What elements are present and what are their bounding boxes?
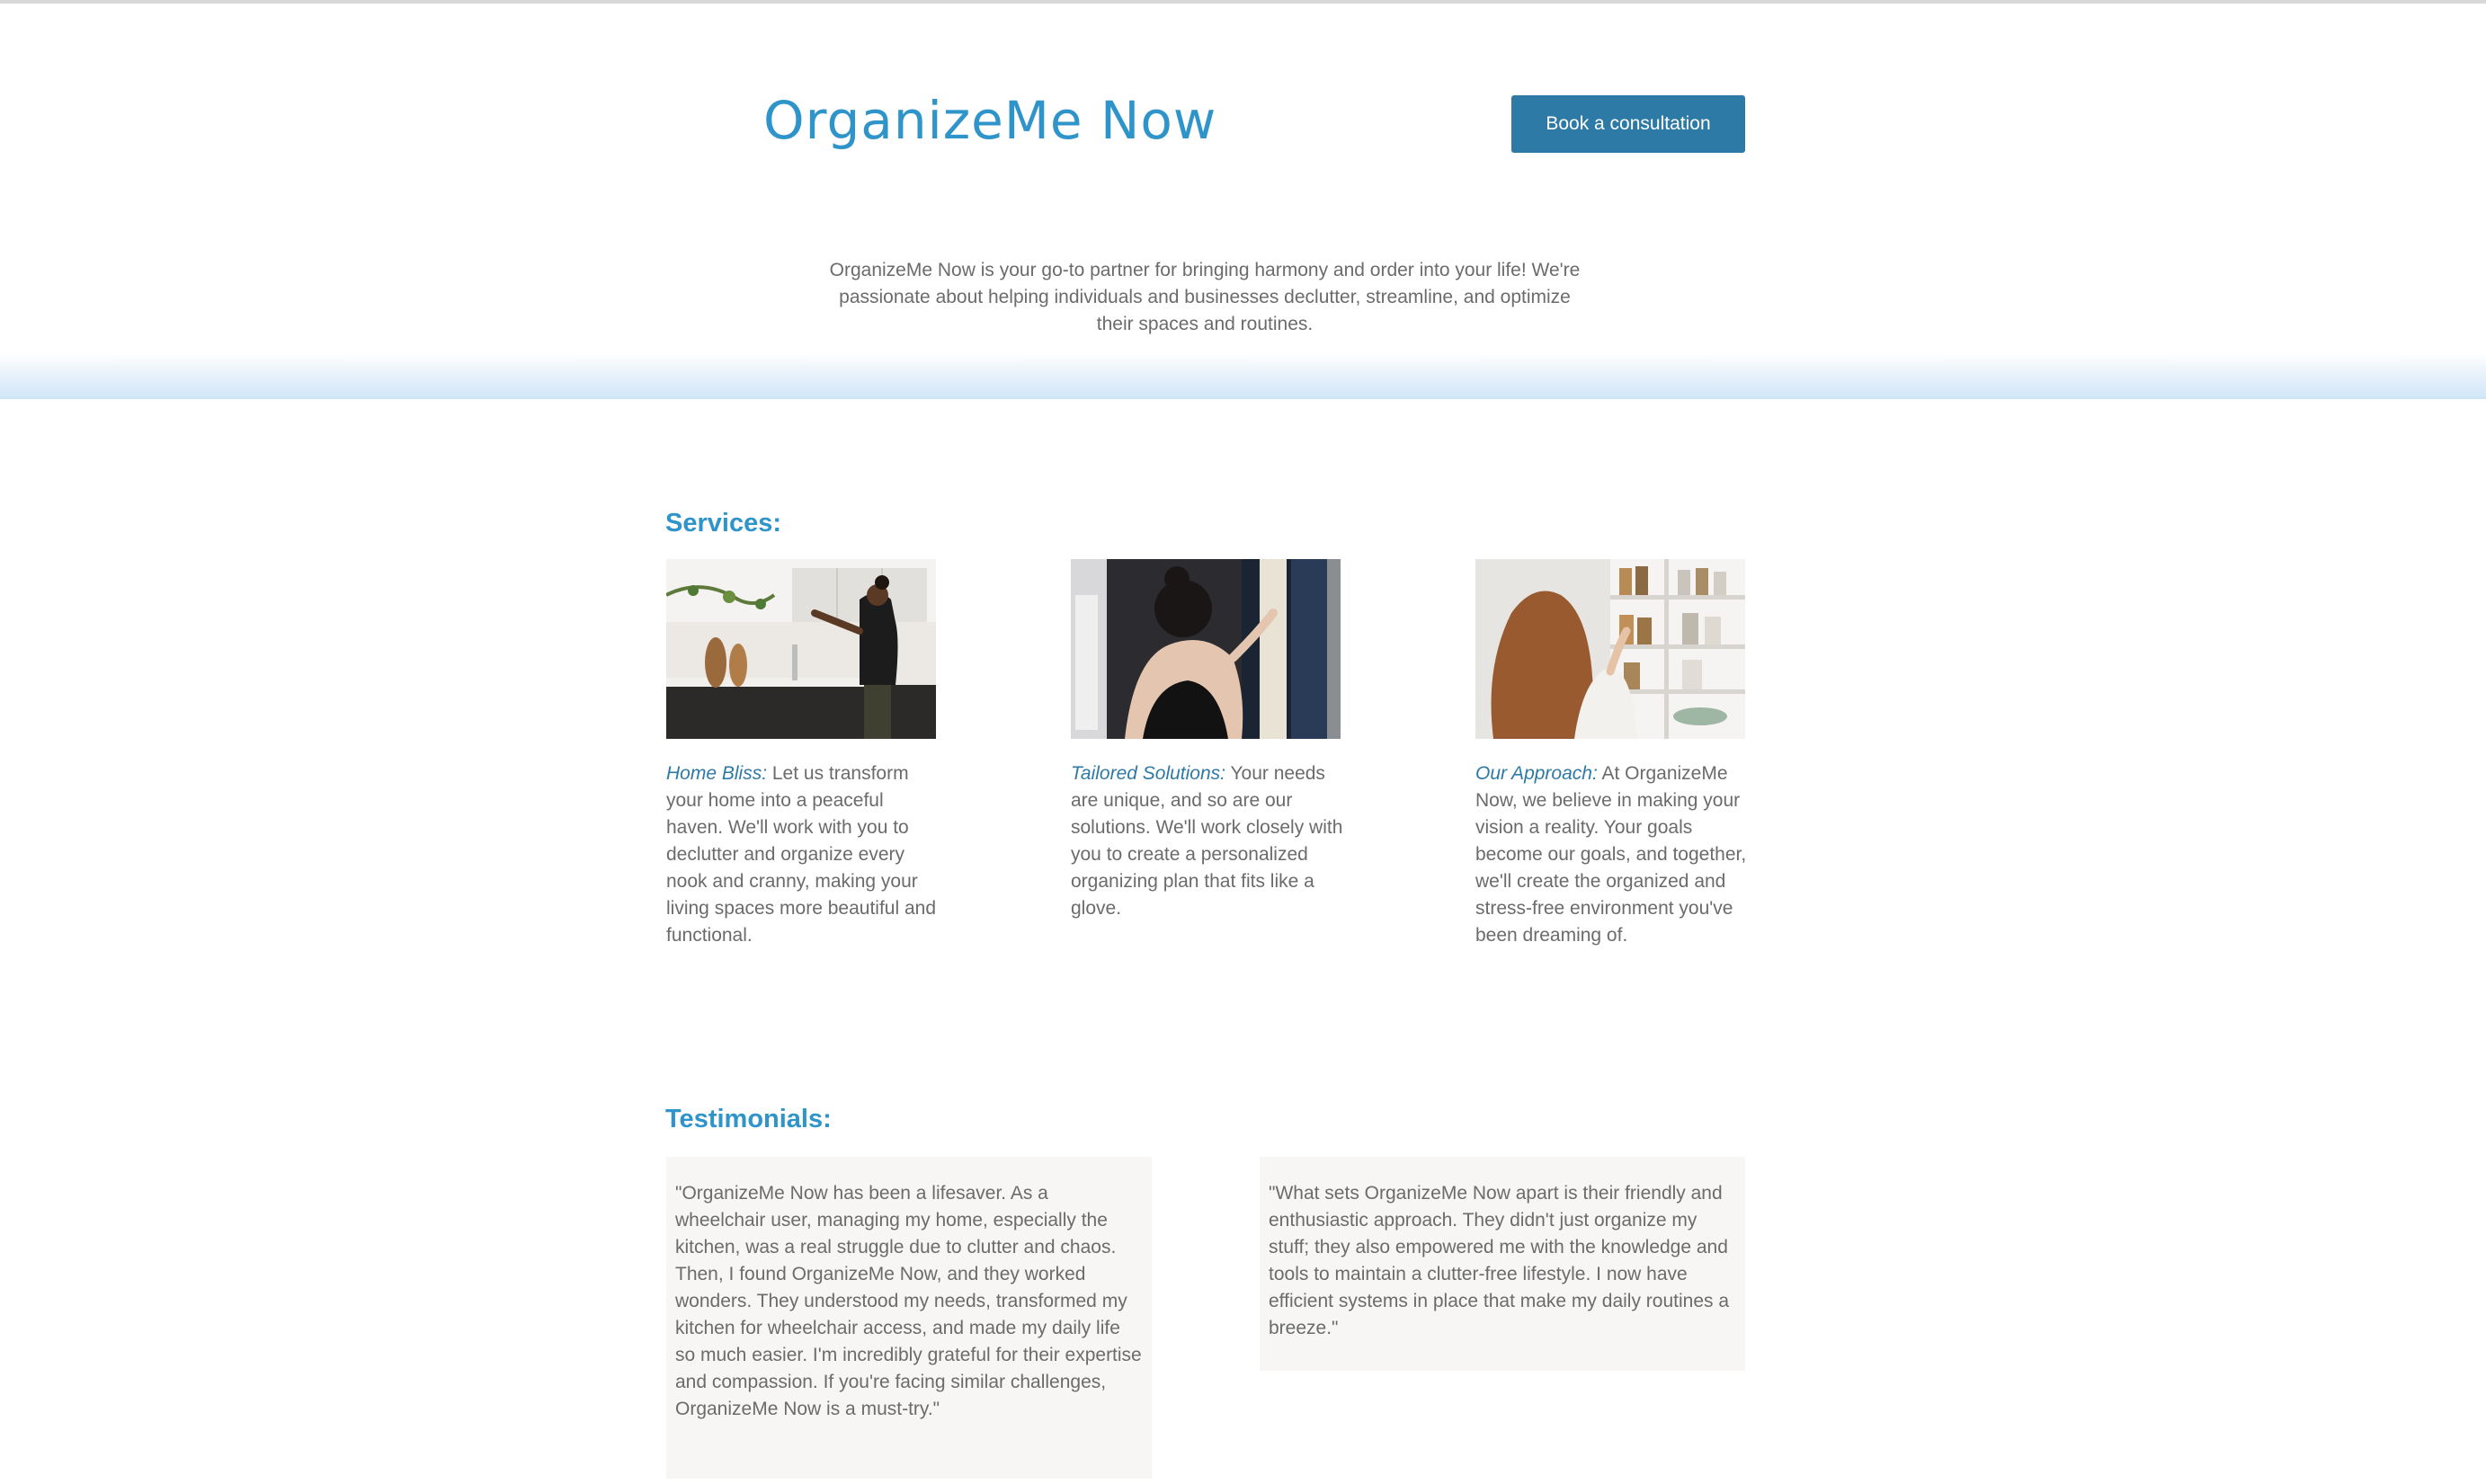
book-consultation-button[interactable]: Book a consultation [1511, 95, 1745, 153]
service-image-our-approach [1475, 559, 1745, 739]
services-heading: Services: [665, 509, 781, 538]
service-image-home-bliss [666, 559, 936, 739]
testimonials-heading: Testimonials: [665, 1105, 832, 1133]
testimonial-card-2: "What sets OrganizeMe Now apart is their… [1260, 1157, 1745, 1371]
testimonial-text: "What sets OrganizeMe Now apart is their… [1269, 1183, 1730, 1338]
hero-section: OrganizeMe Now Book a consultation Organ… [0, 4, 2486, 399]
service-description-our-approach: Our Approach: At OrganizeMe Now, we beli… [1475, 760, 1750, 949]
testimonial-text: "OrganizeMe Now has been a lifesaver. As… [675, 1183, 1142, 1419]
service-image-tailored-solutions [1071, 559, 1341, 739]
service-lead-home-bliss: Home Bliss: [666, 763, 768, 784]
brand-logo-text[interactable]: OrganizeMe Now [763, 90, 1216, 151]
service-body-home-bliss: Let us transform your home into a peacef… [666, 763, 937, 946]
service-description-tailored-solutions: Tailored Solutions: Your needs are uniqu… [1071, 760, 1345, 922]
service-body-tailored-solutions: Your needs are unique, and so are our so… [1071, 763, 1343, 919]
service-description-home-bliss: Home Bliss: Let us transform your home i… [666, 760, 940, 949]
service-body-our-approach: At OrganizeMe Now, we believe in making … [1475, 763, 1747, 946]
intro-paragraph: OrganizeMe Now is your go-to partner for… [829, 260, 1581, 334]
testimonial-card-1: "OrganizeMe Now has been a lifesaver. As… [666, 1157, 1152, 1479]
service-lead-tailored-solutions: Tailored Solutions: [1071, 763, 1225, 784]
service-lead-our-approach: Our Approach: [1475, 763, 1598, 784]
